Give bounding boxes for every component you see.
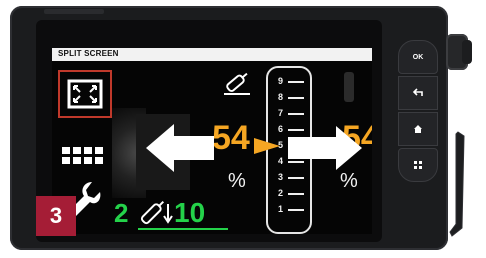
syringe-down-icon: [140, 200, 173, 225]
scale-pointer[interactable]: [254, 138, 280, 154]
rotary-knob[interactable]: [446, 34, 472, 70]
menu-button[interactable]: [398, 148, 438, 182]
scale-tick-9: 9: [278, 76, 284, 86]
left-percent-unit: %: [228, 170, 246, 192]
syringe-icon: [224, 72, 250, 95]
step-badge-label: 3: [49, 203, 63, 228]
grid-layout-icon: [62, 147, 103, 164]
flow-value-group: 10: [138, 196, 248, 232]
scale-bar-2: [288, 193, 304, 195]
hardware-button-column: OK: [398, 40, 438, 210]
scale-bar-3: [288, 177, 304, 179]
arrow-right-icon: [288, 126, 362, 170]
scale-bar-8: [288, 97, 304, 99]
arrow-left-icon: [146, 124, 214, 172]
scale-bar-7: [288, 113, 304, 115]
flow-underline: [138, 228, 228, 230]
home-icon: [414, 125, 422, 133]
right-percent-unit: %: [340, 170, 358, 192]
scale-tick-8: 8: [278, 92, 284, 102]
scale-bar-9: [288, 81, 304, 83]
scale-tick-7: 7: [278, 108, 284, 118]
scale-tick-4: 4: [278, 156, 284, 166]
title-bar: SPLIT SCREEN: [52, 48, 372, 61]
split-screen-icon: [67, 79, 103, 109]
grid-layout-button[interactable]: [62, 146, 104, 166]
scale-bar-1: [288, 209, 304, 211]
flow-value: 10: [174, 197, 206, 228]
ok-button[interactable]: OK: [398, 40, 438, 74]
scale-tick-1: 1: [278, 204, 284, 214]
ok-button-label: OK: [412, 53, 424, 61]
partial-left-value: 2: [114, 198, 129, 228]
display-screen: SPLIT SCREEN 2 10 54 % 54 % 9 8 7 6 5 4 …: [52, 48, 372, 234]
dimmed-device-icon: [344, 72, 354, 102]
split-screen-button[interactable]: [58, 70, 112, 118]
screen-bezel: SPLIT SCREEN 2 10 54 % 54 % 9 8 7 6 5 4 …: [36, 20, 382, 242]
menu-icon: [414, 161, 422, 169]
scale-tick-6: 6: [278, 124, 284, 134]
home-button[interactable]: [398, 112, 438, 146]
device-stand: [449, 131, 465, 237]
device-top-edge: [44, 9, 104, 14]
scale-tick-3: 3: [278, 172, 284, 182]
step-badge: 3: [36, 196, 76, 236]
screen-title: SPLIT SCREEN: [58, 49, 119, 58]
scale-tick-2: 2: [278, 188, 284, 198]
back-button[interactable]: [398, 76, 438, 110]
back-icon: [412, 88, 423, 96]
